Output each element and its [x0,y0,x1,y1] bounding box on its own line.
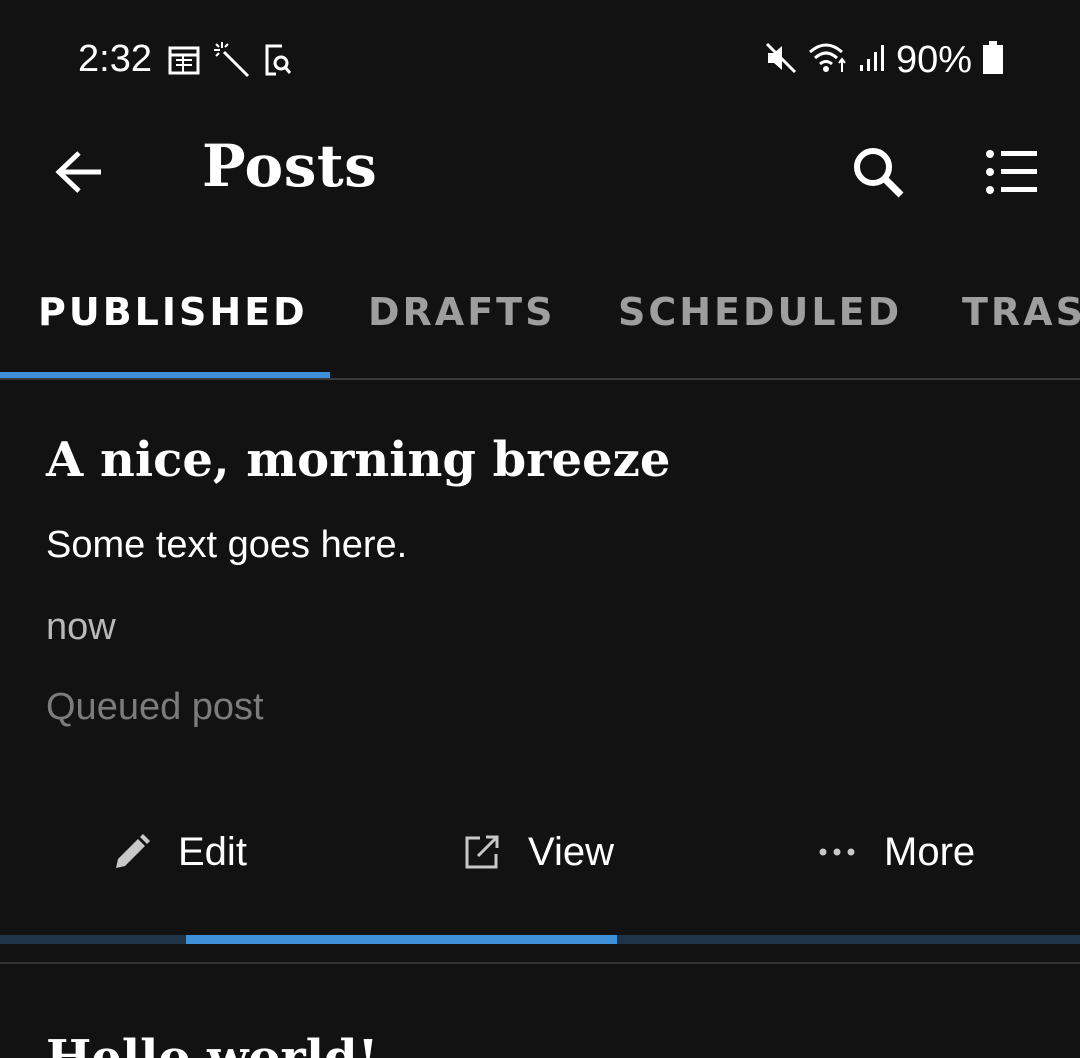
status-left-icons [168,42,292,82]
page-title: Posts [202,132,378,200]
tab-drafts[interactable]: DRAFTS [368,290,555,334]
status-right: 90% [764,38,1004,81]
active-tab-indicator [0,372,330,378]
status-time: 2:32 [78,38,152,80]
search-button[interactable] [842,136,914,208]
post-divider [0,962,1080,964]
edit-button[interactable]: Edit [114,822,247,882]
more-dots-icon [819,848,855,856]
post-status: Queued post [46,686,264,728]
back-arrow-icon [55,151,101,193]
tab-scheduled[interactable]: SCHEDULED [618,290,902,334]
back-button[interactable] [48,140,112,204]
battery-icon [982,41,1004,79]
signal-icon [858,43,886,77]
tab-published[interactable]: PUBLISHED [38,290,308,334]
list-icon [986,150,1037,194]
post-date: now [46,606,116,648]
post-actions: Edit View More [0,800,1080,900]
post-excerpt: Some text goes here. [46,524,408,566]
toolbar: Posts [0,120,1080,240]
post-status-tabs: PUBLISHED DRAFTS SCHEDULED TRASHED [0,250,1080,380]
search-icon [854,148,904,198]
magic-wand-icon [214,42,250,82]
more-label: More [884,829,976,874]
list-view-button[interactable] [976,136,1048,208]
post-card[interactable]: A nice, morning breeze Some text goes he… [0,380,1080,940]
view-label: View [528,829,614,874]
post-title[interactable]: A nice, morning breeze [46,432,670,488]
mute-icon [764,41,798,79]
wifi-icon [808,42,848,78]
battery-percent: 90% [895,38,972,81]
calendar-icon [168,45,200,79]
status-bar: 2:32 90% [0,0,1080,120]
tab-trashed[interactable]: TRASHED [962,290,1080,334]
more-button[interactable]: More [818,822,975,882]
view-button[interactable]: View [464,822,614,882]
pencil-icon [116,834,150,868]
screen-search-icon [264,44,292,80]
next-post-title[interactable]: Hello world! [46,1030,379,1058]
edit-label: Edit [178,829,247,874]
upload-progress-bar [0,935,1080,944]
upload-progress-fill [185,935,617,944]
external-link-icon [465,835,499,869]
